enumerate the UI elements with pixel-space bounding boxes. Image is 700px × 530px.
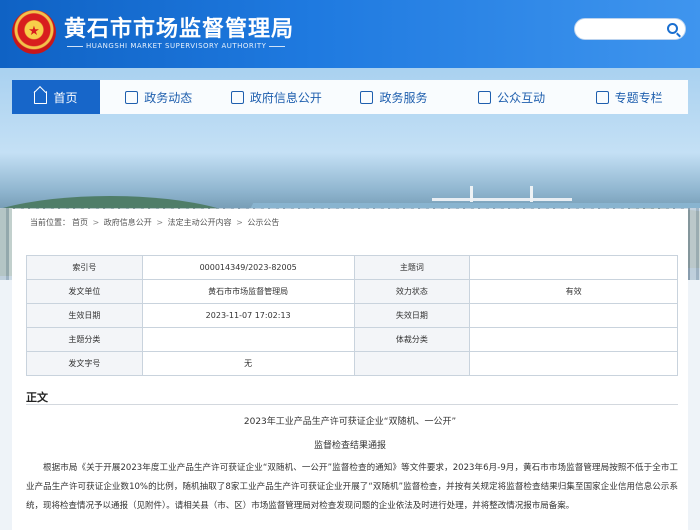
nav-item-label: 政务服务: [379, 90, 428, 105]
meta-label: 索引号: [26, 255, 143, 280]
site-subtitle: HUANGSHI MARKET SUPERVISORY AUTHORITY: [64, 42, 288, 50]
breadcrumb-separator: >: [233, 218, 246, 227]
breadcrumb-link-announcements[interactable]: 公示公告: [247, 218, 279, 227]
table-row: 索引号 000014349/2023-82005 主题词: [26, 255, 678, 280]
breadcrumb-separator: >: [153, 218, 166, 227]
meta-value: 000014349/2023-82005: [141, 255, 355, 280]
meta-label: 失效日期: [353, 303, 471, 328]
book-icon: [595, 90, 609, 104]
bookmark-icon: [478, 90, 492, 104]
breadcrumb-link-info[interactable]: 政府信息公开: [104, 218, 152, 227]
bridge-shape: [432, 198, 572, 201]
home-icon: [34, 90, 48, 104]
document-icon: [230, 90, 244, 104]
meta-value: [141, 327, 355, 352]
nav-item-label: 政府信息公开: [249, 90, 322, 105]
nav-item-services[interactable]: 政务服务: [335, 80, 453, 114]
table-row: 发文字号 无: [26, 351, 678, 376]
document-body: 根据市局《关于开展2023年度工业产品生产许可获证企业“双随机、一公开”监督检查…: [26, 463, 678, 511]
meta-label: 主题分类: [26, 327, 143, 352]
bridge-tower: [530, 186, 533, 202]
search-input[interactable]: [574, 18, 686, 40]
document-meta-table: 索引号 000014349/2023-82005 主题词 发文单位 黄石市市场监…: [26, 255, 678, 376]
search-icon[interactable]: [667, 23, 678, 34]
meta-label: [353, 351, 471, 376]
meta-value: 无: [141, 351, 355, 376]
bridge-tower: [470, 186, 473, 202]
meta-value: 2023-11-07 17:02:13: [141, 303, 355, 328]
meta-label: 体裁分类: [353, 327, 471, 352]
meta-label: 发文字号: [26, 351, 143, 376]
nav-item-label: 首页: [53, 90, 78, 105]
document-subtitle: 监督检查结果通报: [313, 441, 386, 451]
nav-item-interaction[interactable]: 公众互动: [453, 80, 571, 114]
nav-item-label: 政务动态: [144, 90, 193, 105]
meta-value: 有效: [469, 279, 678, 304]
breadcrumb-prefix: 当前位置：: [30, 218, 70, 227]
nav-item-info-disclosure[interactable]: 政府信息公开: [218, 80, 336, 114]
meta-label: 效力状态: [353, 279, 471, 304]
table-row: 生效日期 2023-11-07 17:02:13 失效日期: [26, 303, 678, 328]
site-title[interactable]: 黄石市市场监督管理局: [64, 11, 294, 43]
meta-value: [469, 303, 678, 328]
site-header: 黄石市市场监督管理局 HUANGSHI MARKET SUPERVISORY A…: [0, 0, 700, 68]
meta-label: 生效日期: [26, 303, 143, 328]
meta-label: 主题词: [353, 255, 471, 280]
nav-item-label: 公众互动: [497, 90, 546, 105]
breadcrumb: 当前位置： 首页 > 政府信息公开 > 法定主动公开内容 > 公示公告: [30, 217, 281, 228]
meta-value: [469, 255, 678, 280]
divider: [26, 404, 678, 405]
national-emblem-icon: [12, 10, 56, 54]
table-row: 发文单位 黄石市市场监督管理局 效力状态 有效: [26, 279, 678, 304]
breadcrumb-link-statutory[interactable]: 法定主动公开内容: [168, 218, 232, 227]
table-row: 主题分类 体裁分类: [26, 327, 678, 352]
content-card: 当前位置： 首页 > 政府信息公开 > 法定主动公开内容 > 公示公告 索引号 0…: [12, 209, 688, 530]
nav-item-label: 专题专栏: [614, 90, 663, 105]
breadcrumb-separator: >: [90, 218, 102, 227]
nav-item-home[interactable]: 首页: [12, 80, 100, 114]
news-icon: [125, 90, 139, 104]
main-nav: 首页 政务动态 政府信息公开 政务服务 公众互动 专题专栏: [12, 80, 688, 114]
meta-value: [469, 351, 678, 376]
chat-icon: [360, 90, 374, 104]
meta-label: 发文单位: [26, 279, 143, 304]
meta-value: [469, 327, 678, 352]
section-title: 正文: [26, 391, 48, 404]
nav-item-topics[interactable]: 专题专栏: [570, 80, 688, 114]
document-title: 2023年工业产品生产许可获证企业“双随机、一公开”: [243, 417, 457, 427]
meta-value: 黄石市市场监督管理局: [141, 279, 355, 304]
breadcrumb-link-home[interactable]: 首页: [72, 218, 88, 227]
nav-item-news[interactable]: 政务动态: [100, 80, 218, 114]
